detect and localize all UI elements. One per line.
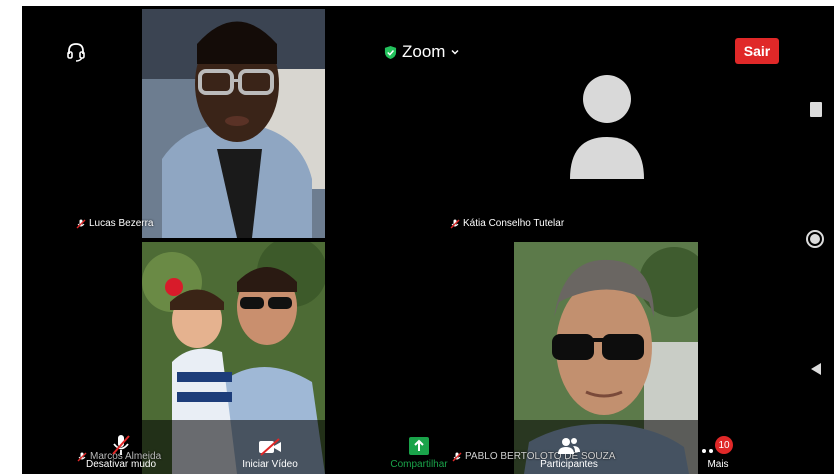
back-triangle-icon[interactable] bbox=[810, 362, 822, 376]
participant-name-label: Lucas Bezerra bbox=[76, 218, 153, 229]
participant-name: Kátia Conselho Tutelar bbox=[463, 218, 565, 229]
meeting-title-menu[interactable]: Zoom bbox=[384, 42, 460, 62]
share-button[interactable]: Compartilhar bbox=[364, 424, 474, 470]
more-button[interactable]: 10 Mais bbox=[663, 424, 773, 470]
participants-label: Participantes bbox=[540, 459, 598, 470]
people-icon bbox=[558, 438, 580, 454]
participant-name-label: Kátia Conselho Tutelar bbox=[450, 218, 564, 229]
recent-apps-icon[interactable] bbox=[810, 102, 822, 117]
start-video-label: Iniciar Vídeo bbox=[242, 459, 298, 470]
unmute-label: Desativar mudo bbox=[85, 459, 157, 470]
unmute-button[interactable]: Desativar mudo bbox=[66, 424, 176, 470]
start-video-button[interactable]: Iniciar Vídeo bbox=[215, 424, 325, 470]
microphone-slash-icon bbox=[450, 219, 460, 228]
chevron-down-icon bbox=[451, 49, 459, 55]
camera-slash-icon bbox=[259, 438, 281, 456]
leave-button[interactable]: Sair bbox=[735, 38, 779, 64]
share-arrow-icon bbox=[409, 437, 429, 455]
avatar-placeholder-icon bbox=[512, 9, 695, 238]
zoom-meeting-screen: Lucas Bezerra Kátia Conselho Tutelar Zoo… bbox=[22, 6, 798, 474]
more-label: Mais bbox=[707, 459, 729, 470]
microphone-slash-icon bbox=[112, 435, 130, 455]
headset-icon[interactable] bbox=[66, 42, 86, 62]
home-icon[interactable] bbox=[806, 230, 824, 248]
more-badge: 10 bbox=[715, 436, 733, 454]
android-nav-bar bbox=[798, 6, 834, 474]
app-name: Zoom bbox=[402, 42, 446, 61]
microphone-slash-icon bbox=[76, 219, 86, 228]
video-tile-lucas[interactable] bbox=[142, 9, 325, 238]
participant-name: Lucas Bezerra bbox=[89, 218, 154, 229]
share-label: Compartilhar bbox=[390, 459, 448, 470]
participants-button[interactable]: Participantes bbox=[514, 424, 624, 470]
video-tile-katia[interactable] bbox=[512, 9, 695, 238]
shield-check-icon bbox=[384, 45, 397, 59]
participant-photo bbox=[142, 9, 325, 238]
